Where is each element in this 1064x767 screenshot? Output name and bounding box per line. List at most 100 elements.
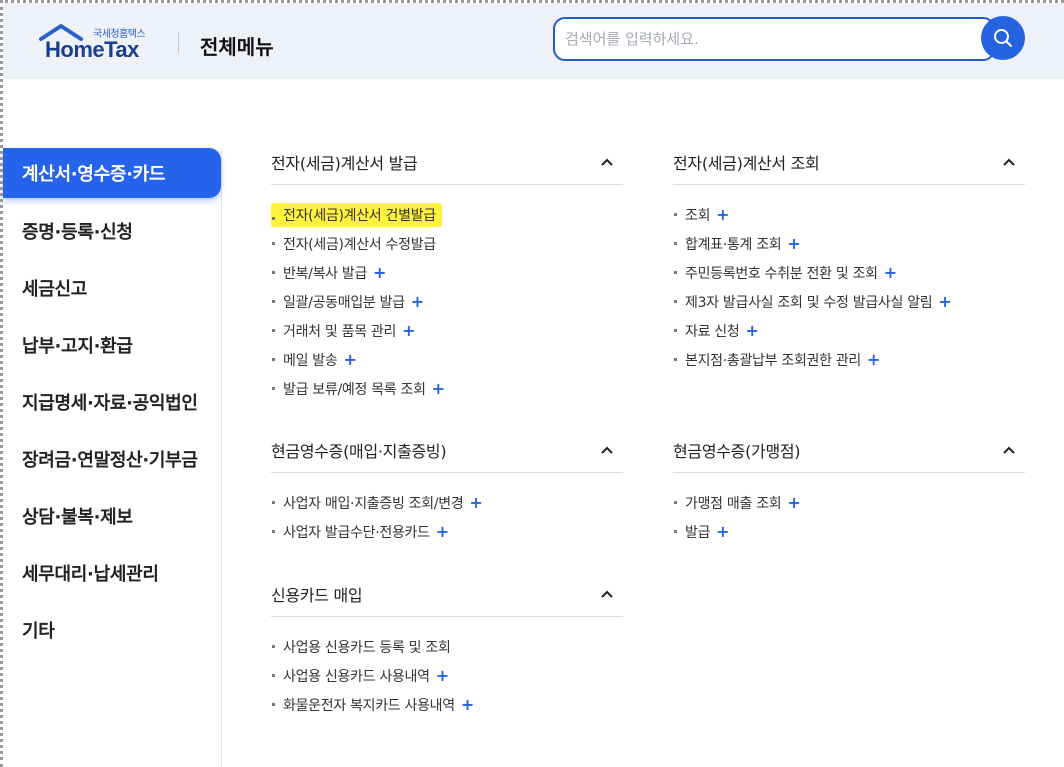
list-item[interactable]: 반복/복사 발급 +	[271, 258, 623, 287]
section-cash-receipt-merchant: 현금영수증(가맹점) 가맹점 매출 조회 + 발급 +	[673, 428, 1025, 546]
link-label[interactable]: 전자(세금)계산서 수정발급	[283, 234, 436, 254]
sidebar-item-certificate[interactable]: 증명·등록·신청	[3, 202, 221, 259]
collapse-button[interactable]	[597, 440, 617, 460]
link-label[interactable]: 조회	[685, 205, 710, 225]
expand-plus-icon[interactable]: +	[745, 322, 758, 339]
list-item[interactable]: 메일 발송 +	[271, 345, 623, 374]
section-header[interactable]: 전자(세금)계산서 발급	[271, 140, 623, 185]
collapse-button[interactable]	[999, 152, 1019, 172]
link-list: 사업자 매입·지출증빙 조회/변경 + 사업자 발급수단·전용카드 +	[271, 473, 623, 546]
link-label[interactable]: 일괄/공동매입분 발급	[283, 292, 405, 312]
expand-plus-icon[interactable]: +	[787, 494, 800, 511]
sidebar-item-invoice-receipt-card[interactable]: 계산서·영수증·카드	[3, 148, 221, 198]
expand-plus-icon[interactable]: +	[461, 696, 474, 713]
list-item[interactable]: 본지점·총괄납부 조회권한 관리 +	[673, 345, 1025, 374]
link-label[interactable]: 자료 신청	[685, 321, 740, 341]
bullet	[674, 501, 677, 504]
list-item[interactable]: 발급 +	[673, 517, 1025, 546]
section-header[interactable]: 신용카드 매입	[271, 572, 623, 617]
link-label[interactable]: 제3자 발급사실 조회 및 수정 발급사실 알림	[685, 292, 933, 312]
list-item[interactable]: 가맹점 매출 조회 +	[673, 488, 1025, 517]
link-label[interactable]: 메일 발송	[283, 350, 338, 370]
collapse-button[interactable]	[597, 584, 617, 604]
list-item[interactable]: 전자(세금)계산서 수정발급	[271, 229, 623, 258]
list-item[interactable]: 전자(세금)계산서 건별발급	[271, 200, 623, 229]
link-label[interactable]: 화물운전자 복지카드 사용내역	[283, 695, 455, 715]
section-title: 신용카드 매입	[271, 586, 363, 605]
bullet	[272, 300, 275, 303]
section-title: 전자(세금)계산서 발급	[271, 154, 418, 173]
expand-plus-icon[interactable]: +	[787, 235, 800, 252]
link-list: 사업용 신용카드 등록 및 조회 사업용 신용카드 사용내역 + 화물운전자 복지…	[271, 617, 623, 719]
search-input[interactable]	[565, 25, 975, 53]
list-item[interactable]: 일괄/공동매입분 발급 +	[271, 287, 623, 316]
search-box	[553, 17, 995, 61]
list-item[interactable]: 주민등록번호 수취분 전환 및 조회 +	[673, 258, 1025, 287]
expand-plus-icon[interactable]: +	[343, 351, 356, 368]
link-label[interactable]: 사업자 매입·지출증빙 조회/변경	[283, 493, 464, 513]
expand-plus-icon[interactable]: +	[402, 322, 415, 339]
expand-plus-icon[interactable]: +	[373, 264, 386, 281]
section-header[interactable]: 현금영수증(가맹점)	[673, 428, 1025, 473]
sidebar-item-payment[interactable]: 납부·고지·환급	[3, 316, 221, 373]
search-icon	[994, 29, 1012, 47]
link-label[interactable]: 반복/복사 발급	[283, 263, 367, 283]
link-label[interactable]: 전자(세금)계산서 건별발급	[283, 208, 436, 224]
chevron-up-icon	[1003, 158, 1015, 166]
link-label[interactable]: 거래처 및 품목 관리	[283, 321, 396, 341]
bullet	[272, 358, 275, 361]
list-item[interactable]: 자료 신청 +	[673, 316, 1025, 345]
bullet	[272, 216, 275, 220]
sidebar-item-etc[interactable]: 기타	[3, 601, 221, 658]
link-label[interactable]: 가맹점 매출 조회	[685, 493, 782, 513]
expand-plus-icon[interactable]: +	[884, 264, 897, 281]
search-button[interactable]	[981, 16, 1025, 60]
bullet	[674, 242, 677, 245]
section-header[interactable]: 현금영수증(매입·지출증빙)	[271, 428, 623, 473]
list-item[interactable]: 거래처 및 품목 관리 +	[271, 316, 623, 345]
list-item[interactable]: 제3자 발급사실 조회 및 수정 발급사실 알림 +	[673, 287, 1025, 316]
list-item[interactable]: 사업용 신용카드 등록 및 조회	[271, 632, 623, 661]
link-label[interactable]: 사업용 신용카드 등록 및 조회	[283, 637, 451, 657]
bullet	[272, 703, 275, 706]
link-list: 조회 + 합계표·통계 조회 + 주민등록번호 수취분 전환 및 조회 + 제3자 발…	[673, 185, 1025, 374]
list-item[interactable]: 조회 +	[673, 200, 1025, 229]
link-label[interactable]: 발급	[685, 522, 710, 542]
sidebar-item-tax-agent[interactable]: 세무대리·납세관리	[3, 544, 221, 601]
list-item[interactable]: 사업자 발급수단·전용카드 +	[271, 517, 623, 546]
highlight-marker: 전자(세금)계산서 건별발급	[271, 202, 442, 227]
expand-plus-icon[interactable]: +	[716, 206, 729, 223]
list-item[interactable]: 사업용 신용카드 사용내역 +	[271, 661, 623, 690]
expand-plus-icon[interactable]: +	[436, 667, 449, 684]
hometax-logo[interactable]: 국세청홈택스 HomeTax	[37, 23, 161, 65]
sidebar-item-payment-statement[interactable]: 지급명세·자료·공익법인	[3, 373, 221, 430]
expand-plus-icon[interactable]: +	[938, 293, 951, 310]
list-item[interactable]: 발급 보류/예정 목록 조회 +	[271, 374, 623, 403]
bullet	[272, 271, 275, 274]
expand-plus-icon[interactable]: +	[867, 351, 880, 368]
list-item[interactable]: 사업자 매입·지출증빙 조회/변경 +	[271, 488, 623, 517]
sidebar-item-tax-return[interactable]: 세금신고	[3, 259, 221, 316]
expand-plus-icon[interactable]: +	[716, 523, 729, 540]
link-label[interactable]: 발급 보류/예정 목록 조회	[283, 379, 426, 399]
link-label[interactable]: 본지점·총괄납부 조회권한 관리	[685, 350, 861, 370]
expand-plus-icon[interactable]: +	[469, 494, 482, 511]
link-label[interactable]: 합계표·통계 조회	[685, 234, 782, 254]
section-title: 전자(세금)계산서 조회	[673, 154, 820, 173]
expand-plus-icon[interactable]: +	[436, 523, 449, 540]
link-label[interactable]: 주민등록번호 수취분 전환 및 조회	[685, 263, 878, 283]
sidebar-item-incentive[interactable]: 장려금·연말정산·기부금	[3, 430, 221, 487]
link-label[interactable]: 사업용 신용카드 사용내역	[283, 666, 430, 686]
sidebar-item-consultation[interactable]: 상담·불복·제보	[3, 487, 221, 544]
collapse-button[interactable]	[597, 152, 617, 172]
expand-plus-icon[interactable]: +	[411, 293, 424, 310]
section-header[interactable]: 전자(세금)계산서 조회	[673, 140, 1025, 185]
page-title: 전체메뉴	[200, 35, 274, 59]
link-label[interactable]: 사업자 발급수단·전용카드	[283, 522, 430, 542]
expand-plus-icon[interactable]: +	[432, 380, 445, 397]
list-item[interactable]: 화물운전자 복지카드 사용내역 +	[271, 690, 623, 719]
bullet	[674, 213, 677, 216]
list-item[interactable]: 합계표·통계 조회 +	[673, 229, 1025, 258]
collapse-button[interactable]	[999, 440, 1019, 460]
sidebar: 계산서·영수증·카드 증명·등록·신청 세금신고 납부·고지·환급 지급명세·자…	[3, 148, 222, 767]
